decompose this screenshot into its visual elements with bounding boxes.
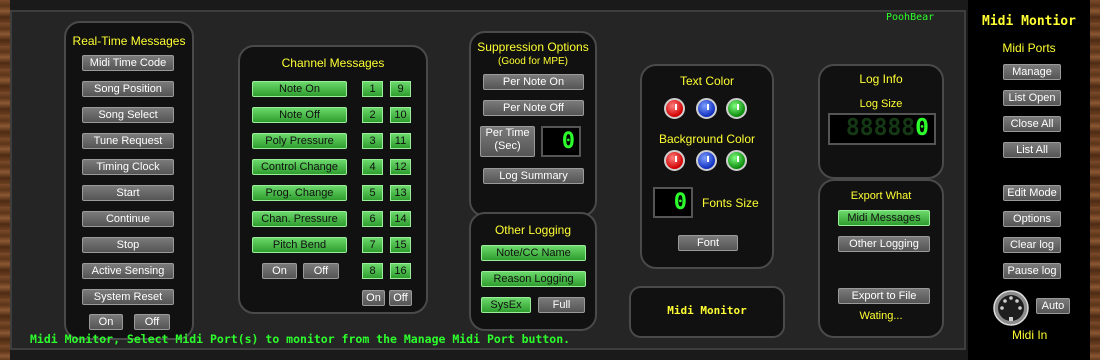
other-logging-title: Other Logging	[494, 223, 572, 237]
realtime-title: Real-Time Messages	[72, 34, 186, 48]
per-time-button[interactable]: Per Time (Sec)	[480, 126, 535, 157]
realtime-on-button[interactable]: On	[89, 314, 123, 330]
suppression-title: Suppression Options	[477, 40, 589, 54]
log-size-value: 0	[915, 115, 929, 141]
channel-8-button[interactable]: 8	[362, 263, 383, 279]
edit-mode-button[interactable]: Edit Mode	[1003, 185, 1061, 201]
wood-trim-right	[1090, 0, 1100, 360]
channel-1-button[interactable]: 1	[362, 81, 383, 97]
status-message: Midi Monitor, Select Midi Port(s) to mon…	[30, 332, 571, 346]
midi-ports-label: Midi Ports	[1002, 41, 1056, 55]
background-color-red-knob[interactable]	[664, 150, 685, 171]
text-color-blue-knob[interactable]	[696, 98, 717, 119]
export-other-logging-button[interactable]: Other Logging	[838, 236, 930, 252]
system-reset-button[interactable]: System Reset	[82, 289, 174, 305]
text-color-title: Text Color	[679, 74, 735, 88]
auto-button[interactable]: Auto	[1036, 298, 1070, 314]
text-color-red-knob[interactable]	[664, 98, 685, 119]
log-size-label: Log Size	[859, 98, 903, 110]
channel-on-button[interactable]: On	[262, 263, 297, 279]
channel-10-button[interactable]: 10	[390, 107, 411, 123]
wood-trim-left	[0, 0, 10, 360]
per-time-label: Per Time	[485, 127, 530, 139]
channel-16-button[interactable]: 16	[390, 263, 411, 279]
channel-15-button[interactable]: 15	[390, 237, 411, 253]
start-button[interactable]: Start	[82, 185, 174, 201]
tune-request-button[interactable]: Tune Request	[82, 133, 174, 149]
clear-log-button[interactable]: Clear log	[1003, 237, 1061, 253]
full-button[interactable]: Full	[538, 297, 585, 313]
list-all-button[interactable]: List All	[1003, 142, 1061, 158]
midi-in-label: Midi In	[1012, 328, 1048, 342]
channel-14-button[interactable]: 14	[390, 211, 411, 227]
suppression-subtitle: (Good for MPE)	[497, 56, 569, 67]
note-on-button[interactable]: Note On	[252, 81, 347, 97]
channel-5-button[interactable]: 5	[362, 185, 383, 201]
chan-pressure-button[interactable]: Chan. Pressure	[252, 211, 347, 227]
continue-button[interactable]: Continue	[82, 211, 174, 227]
fonts-size-label: Fonts Size	[702, 196, 759, 210]
log-size-display: 888880	[828, 113, 936, 145]
export-title: Export What	[850, 190, 912, 202]
options-button[interactable]: Options	[1003, 211, 1061, 227]
channel-2-button[interactable]: 2	[362, 107, 383, 123]
per-note-off-button[interactable]: Per Note Off	[483, 100, 584, 116]
author-label: PoohBear	[886, 12, 935, 23]
pitch-bend-button[interactable]: Pitch Bend	[252, 237, 347, 253]
channel-off-button[interactable]: Off	[303, 263, 339, 279]
list-open-button[interactable]: List Open	[1003, 90, 1061, 106]
log-summary-button[interactable]: Log Summary	[483, 168, 584, 184]
text-color-green-knob[interactable]	[726, 98, 747, 119]
log-info-title: Log Info	[859, 72, 903, 86]
channel-13-button[interactable]: 13	[390, 185, 411, 201]
note-off-button[interactable]: Note Off	[252, 107, 347, 123]
per-time-display: 0	[541, 126, 581, 157]
channel-off2-button[interactable]: Off	[389, 290, 412, 306]
export-status: Wating...	[859, 310, 903, 322]
font-size-display: 0	[653, 187, 693, 218]
log-size-placeholder: 88888	[845, 115, 916, 141]
background-color-title: Background Color	[658, 132, 756, 146]
manage-ports-button[interactable]: Manage	[1003, 64, 1061, 80]
song-position-button[interactable]: Song Position	[82, 81, 174, 97]
timing-clock-button[interactable]: Timing Clock	[82, 159, 174, 175]
midi-din-connector-icon	[993, 290, 1029, 326]
monitor-label: Midi Monitor	[667, 304, 747, 317]
channel-12-button[interactable]: 12	[390, 159, 411, 175]
channel-on2-button[interactable]: On	[362, 290, 385, 306]
song-select-button[interactable]: Song Select	[82, 107, 174, 123]
export-midi-messages-button[interactable]: Midi Messages	[838, 210, 930, 226]
export-group: Export What Wating...	[818, 179, 944, 338]
channel-11-button[interactable]: 11	[390, 133, 411, 149]
poly-pressure-button[interactable]: Poly Pressure	[252, 133, 347, 149]
note-cc-name-button[interactable]: Note/CC Name	[481, 245, 586, 261]
stop-button[interactable]: Stop	[82, 237, 174, 253]
midi-time-code-button[interactable]: Midi Time Code	[82, 55, 174, 71]
control-change-button[interactable]: Control Change	[252, 159, 347, 175]
reason-logging-button[interactable]: Reason Logging	[481, 271, 586, 287]
font-button[interactable]: Font	[678, 235, 738, 251]
per-time-unit: (Sec)	[494, 140, 521, 152]
monitor-label-box: Midi Monitor	[629, 286, 785, 338]
channel-6-button[interactable]: 6	[362, 211, 383, 227]
background-color-blue-knob[interactable]	[696, 150, 717, 171]
prog-change-button[interactable]: Prog. Change	[252, 185, 347, 201]
app-title: Midi Montior	[982, 14, 1076, 29]
sysex-button[interactable]: SysEx	[481, 297, 531, 313]
background-color-green-knob[interactable]	[726, 150, 747, 171]
channel-9-button[interactable]: 9	[390, 81, 411, 97]
suppression-options-group: Suppression Options (Good for MPE)	[469, 31, 597, 217]
export-to-file-button[interactable]: Export to File	[838, 288, 930, 304]
channel-title: Channel Messages	[281, 56, 385, 70]
active-sensing-button[interactable]: Active Sensing	[82, 263, 174, 279]
channel-7-button[interactable]: 7	[362, 237, 383, 253]
realtime-off-button[interactable]: Off	[134, 314, 170, 330]
per-note-on-button[interactable]: Per Note On	[483, 74, 584, 90]
channel-4-button[interactable]: 4	[362, 159, 383, 175]
channel-3-button[interactable]: 3	[362, 133, 383, 149]
close-all-button[interactable]: Close All	[1003, 116, 1061, 132]
pause-log-button[interactable]: Pause log	[1003, 263, 1061, 279]
